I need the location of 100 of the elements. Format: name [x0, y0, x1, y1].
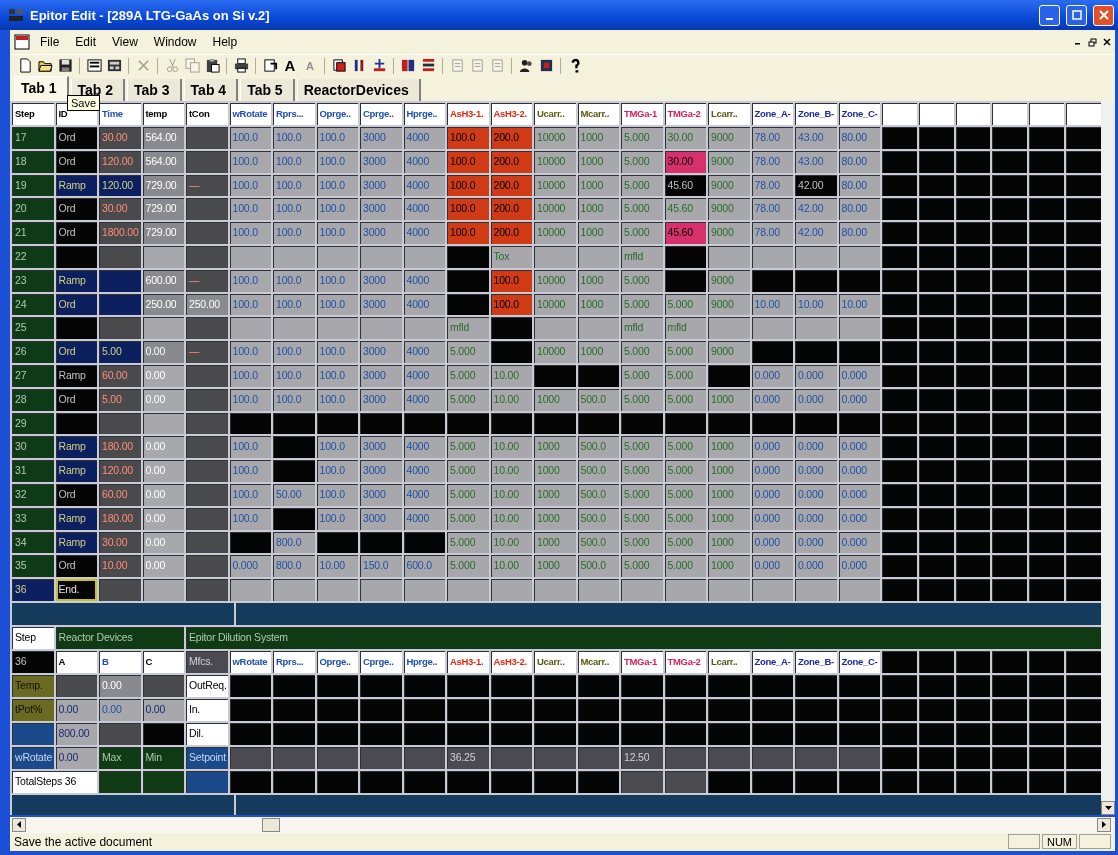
restore-icon[interactable] [1088, 37, 1097, 47]
menu-item[interactable]: View [106, 33, 144, 52]
table-cell: 0.00 [55, 699, 97, 722]
table-cell: 100.0 [316, 174, 358, 197]
maximize-button[interactable] [1066, 4, 1087, 26]
table-cell: 10.00 [490, 484, 532, 506]
table-cell [992, 198, 1028, 221]
table-cell [1029, 293, 1065, 316]
tab[interactable]: Tab 5 [240, 79, 295, 102]
scroll-right-button[interactable] [1097, 817, 1111, 832]
table-cell: 1000 [534, 484, 576, 506]
table-cell: 80.00 [838, 174, 880, 197]
table-cell [99, 579, 141, 601]
table-cell [918, 675, 954, 698]
table-cell: 100.0 [316, 484, 358, 506]
table-cell: 180.00 [99, 507, 141, 530]
table-cell [12, 723, 54, 746]
table-cell: 1000 [577, 293, 619, 316]
menu-item[interactable]: File [34, 33, 66, 52]
scroll-thumb[interactable] [262, 817, 280, 832]
table-cell [490, 341, 532, 364]
table-cell: Ord [55, 341, 97, 364]
table-cell [1029, 436, 1065, 459]
table-cell: 0.000 [838, 460, 880, 482]
table-cell [360, 747, 402, 770]
floppy-disk-icon[interactable] [56, 56, 74, 75]
table-cell: 100.0 [229, 127, 271, 149]
scroll-left-button[interactable] [12, 817, 26, 832]
table-cell [1029, 675, 1065, 698]
form-icon[interactable] [85, 56, 103, 75]
table-cell [1029, 388, 1065, 411]
table-cell: Mfcs. [186, 651, 228, 674]
table-cell: 34 [12, 531, 54, 554]
table-cell: 100.0 [447, 127, 489, 149]
table-cell [1066, 174, 1101, 197]
table-cell: 1000 [577, 222, 619, 245]
vertical-scrollbar[interactable] [1101, 101, 1115, 816]
table-cell [664, 246, 706, 268]
table-cell [360, 771, 402, 794]
table-cell: 4000 [403, 150, 445, 173]
table-cell [751, 771, 793, 794]
overlapping-pages-icon[interactable] [330, 56, 348, 75]
table-cell [55, 317, 97, 340]
menu-item[interactable]: Window [147, 33, 203, 52]
table-cell [1029, 460, 1065, 482]
table-cell: 100.0 [273, 127, 315, 149]
table-cell [577, 699, 619, 722]
column-header: A [55, 651, 97, 674]
table-cell [955, 531, 991, 554]
table-cell: 31 [12, 460, 54, 482]
menu-item[interactable]: Edit [69, 33, 103, 52]
page-arrow-icon[interactable] [261, 56, 279, 75]
tab[interactable]: Tab 1 [14, 76, 69, 102]
tab[interactable]: Tab 4 [183, 79, 239, 102]
table-cell: 100.0 [447, 174, 489, 197]
close-icon[interactable] [1103, 38, 1111, 47]
table-cell: 5.000 [664, 555, 706, 578]
table-cell [918, 127, 954, 149]
table-cell [273, 747, 315, 770]
table-cell: 60.00 [99, 484, 141, 506]
table-cell [955, 317, 991, 340]
tab[interactable]: Tab 3 [127, 79, 182, 102]
table-cell [838, 579, 880, 601]
table-cell [403, 531, 445, 554]
table-cell [403, 579, 445, 601]
column-header: Hprge.. [403, 651, 445, 674]
column-header: AsH3-2. [490, 103, 532, 126]
table-cell: Min [142, 747, 184, 770]
table-cell [882, 460, 917, 482]
table-cell [186, 198, 228, 221]
table-cell: 500.0 [577, 388, 619, 411]
table-cell [882, 150, 917, 173]
menu-item[interactable]: Help [206, 33, 244, 52]
table-cell: 5.000 [447, 507, 489, 530]
font-button[interactable]: A [281, 56, 299, 75]
table-cell [186, 484, 228, 506]
table-cell: 10000 [534, 341, 576, 364]
close-button[interactable] [1093, 4, 1114, 26]
table-cell [316, 723, 358, 746]
table-cell [186, 555, 228, 578]
table-cell [838, 341, 880, 364]
table-cell [1066, 365, 1101, 387]
table-cell: 0.000 [795, 365, 837, 387]
scroll-down-button[interactable] [1101, 801, 1115, 816]
table-cell: 5.000 [447, 341, 489, 364]
table-cell [621, 723, 663, 746]
horizontal-scrollbar[interactable] [10, 817, 1115, 833]
minimize-button[interactable] [1039, 4, 1060, 26]
table-cell: 100.0 [229, 365, 271, 387]
table-cell [838, 317, 880, 340]
table-cell [1066, 507, 1101, 530]
table-cell: 0.000 [751, 555, 793, 578]
printer-icon[interactable] [232, 56, 250, 75]
table-cell: 0.000 [751, 484, 793, 506]
table-cell: 500.0 [577, 460, 619, 482]
table-cell: Ord [55, 484, 97, 506]
table-cell: 20 [12, 198, 54, 221]
table-cell: Ord [55, 198, 97, 221]
table-cell [918, 317, 954, 340]
tab[interactable]: ReactorDevices [296, 79, 421, 102]
